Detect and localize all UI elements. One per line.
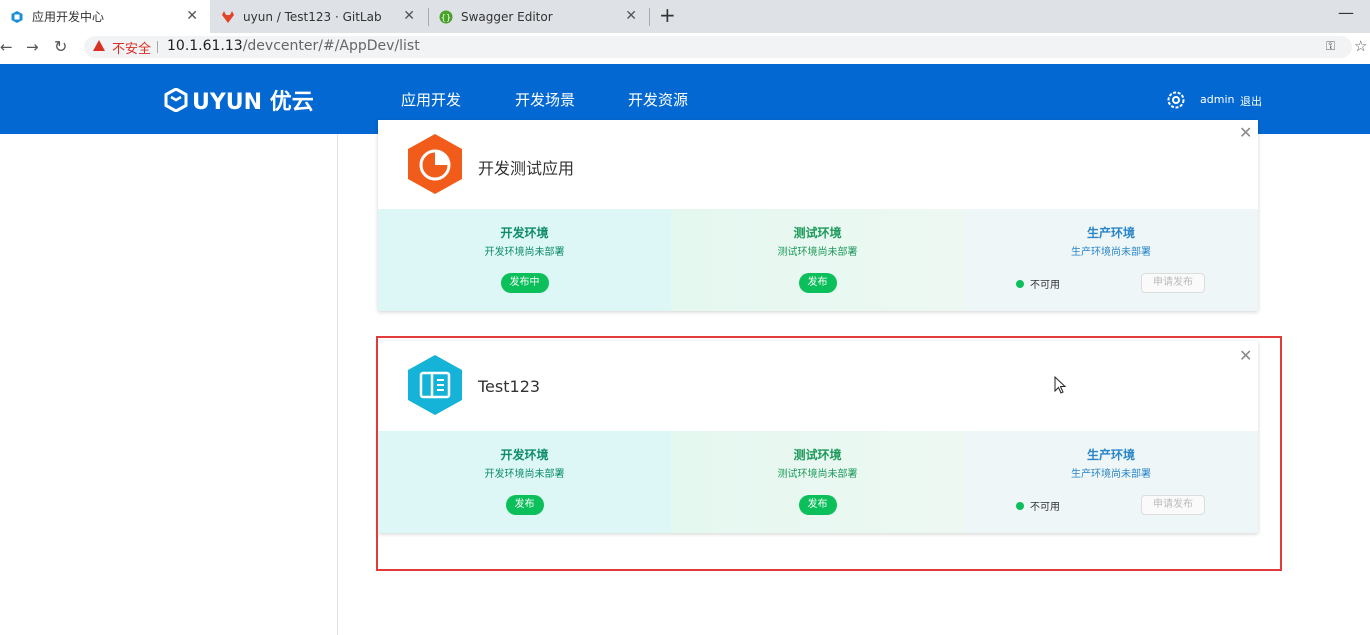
mouse-cursor-icon [1054, 376, 1066, 394]
close-tab-icon[interactable]: ✕ [403, 8, 415, 24]
url-path: /devcenter/#/AppDev/list [242, 38, 420, 54]
swagger-icon: {} [439, 10, 453, 23]
browser-tab-app[interactable]: 应用开发中心 ✕ [0, 0, 210, 33]
pie-chart-icon [408, 134, 462, 194]
reload-icon[interactable]: ↻ [54, 37, 67, 56]
env-desc: 开发环境尚未部署 [484, 247, 565, 258]
user-name[interactable]: admin [1200, 93, 1234, 106]
app-tab-icon [11, 10, 23, 23]
nav-app-dev[interactable]: 应用开发 [401, 89, 461, 110]
gitlab-fox-icon [222, 10, 234, 23]
tab-title: uyun / Test123 · GitLab [243, 9, 382, 24]
url-host: 10.1.61.13 [167, 38, 243, 54]
env-name: 测试环境 [793, 226, 842, 240]
dev-env-panel: 开发环境 开发环境尚未部署 发布中 [378, 209, 671, 311]
bookmark-star-icon[interactable]: ☆ [1354, 37, 1367, 55]
prod-env-panel: 生产环境 生产环境尚未部署 不可用 申请发布 [964, 209, 1258, 311]
env-name: 开发环境 [500, 226, 549, 240]
forward-icon[interactable]: → [26, 38, 39, 56]
tab-divider [649, 8, 650, 26]
browser-tab-gitlab[interactable]: uyun / Test123 · GitLab ✕ [211, 0, 427, 33]
logo-cube-icon [164, 88, 188, 112]
tab-title: 应用开发中心 [32, 10, 105, 24]
back-icon[interactable]: ← [0, 38, 13, 56]
publishing-button[interactable]: 发布中 [500, 273, 549, 293]
app-card: 开发测试应用 ✕ 开发环境 开发环境尚未部署 发布中 测试环境 测试环境尚未部署… [378, 120, 1258, 311]
sidebar [0, 134, 338, 635]
new-tab-icon[interactable]: + [659, 3, 676, 27]
url-divider [157, 41, 158, 53]
logout-link[interactable]: 退出 [1240, 93, 1262, 109]
status-text: 不可用 [1030, 280, 1060, 291]
url-text[interactable]: 10.1.61.13/devcenter/#/AppDev/list [167, 38, 420, 54]
minimize-window-icon[interactable]: — [1338, 3, 1354, 22]
env-desc: 生产环境尚未部署 [1071, 247, 1151, 258]
warning-icon [93, 40, 105, 51]
app-name[interactable]: 开发测试应用 [478, 155, 574, 179]
key-icon[interactable]: ⚿ [1326, 39, 1335, 54]
nav-dev-resource[interactable]: 开发资源 [628, 89, 688, 110]
tab-title: Swagger Editor [461, 9, 553, 24]
uyun-logo[interactable]: UYUN 优云 [164, 84, 314, 116]
close-icon[interactable]: ✕ [1239, 123, 1252, 142]
close-tab-icon[interactable]: ✕ [625, 8, 637, 24]
highlight-box [376, 336, 1282, 571]
status-dot [1016, 280, 1024, 288]
browser-tab-swagger[interactable]: {} Swagger Editor ✕ [429, 0, 649, 33]
svg-text:{}: {} [441, 13, 451, 22]
publish-button[interactable]: 发布 [798, 273, 837, 293]
logo-text: UYUN 优云 [192, 90, 314, 115]
env-name: 生产环境 [1086, 226, 1135, 240]
close-tab-icon[interactable]: ✕ [186, 8, 198, 24]
security-warning-label[interactable]: 不安全 [112, 38, 151, 57]
gear-icon[interactable] [1165, 89, 1187, 111]
apply-publish-button[interactable]: 申请发布 [1141, 273, 1205, 293]
env-desc: 测试环境尚未部署 [777, 247, 858, 258]
test-env-panel: 测试环境 测试环境尚未部署 发布 [671, 209, 964, 311]
nav-dev-scene[interactable]: 开发场景 [515, 89, 575, 110]
